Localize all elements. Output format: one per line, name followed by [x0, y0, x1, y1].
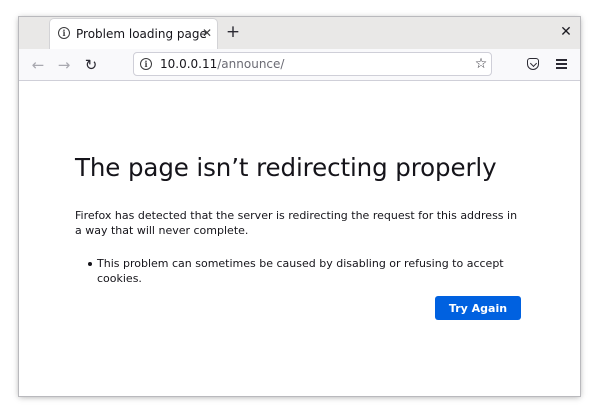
url-bar[interactable]: i 10.0.0.11/announce/ ☆	[133, 52, 492, 76]
tab-problem-loading-page[interactable]: i Problem loading page ✕	[50, 19, 217, 49]
url-host: 10.0.0.11	[160, 57, 218, 71]
error-hint-item: This problem can sometimes be caused by …	[75, 256, 535, 286]
forward-arrow-icon[interactable]: →	[55, 56, 73, 74]
error-description: Firefox has detected that the server is …	[75, 209, 518, 237]
error-hints-list: This problem can sometimes be caused by …	[75, 256, 535, 286]
pocket-icon[interactable]	[527, 58, 539, 70]
error-page-content: The page isn’t redirecting properly Fire…	[19, 81, 580, 396]
new-tab-plus-icon[interactable]: +	[224, 23, 242, 41]
tab-title: Problem loading page	[76, 27, 207, 41]
hamburger-menu-icon[interactable]	[556, 59, 567, 69]
site-info-icon[interactable]: i	[140, 58, 152, 70]
browser-window: i Problem loading page ✕ + ✕ ← → ↻ i 10.…	[19, 17, 580, 396]
navigation-toolbar: ← → ↻ i 10.0.0.11/announce/ ☆	[19, 49, 580, 81]
tab-bar: i Problem loading page ✕ + ✕	[19, 17, 580, 49]
back-arrow-icon[interactable]: ←	[29, 56, 47, 74]
reload-icon[interactable]: ↻	[82, 56, 100, 74]
info-icon: i	[58, 27, 70, 39]
error-title: The page isn’t redirecting properly	[75, 153, 497, 182]
url-text[interactable]: 10.0.0.11/announce/	[160, 57, 284, 71]
url-path: /announce/	[217, 57, 285, 71]
window-close-icon[interactable]: ✕	[558, 24, 574, 40]
close-tab-icon[interactable]: ✕	[200, 26, 214, 40]
bookmark-star-icon[interactable]: ☆	[473, 56, 489, 72]
try-again-button[interactable]: Try Again	[435, 296, 521, 320]
